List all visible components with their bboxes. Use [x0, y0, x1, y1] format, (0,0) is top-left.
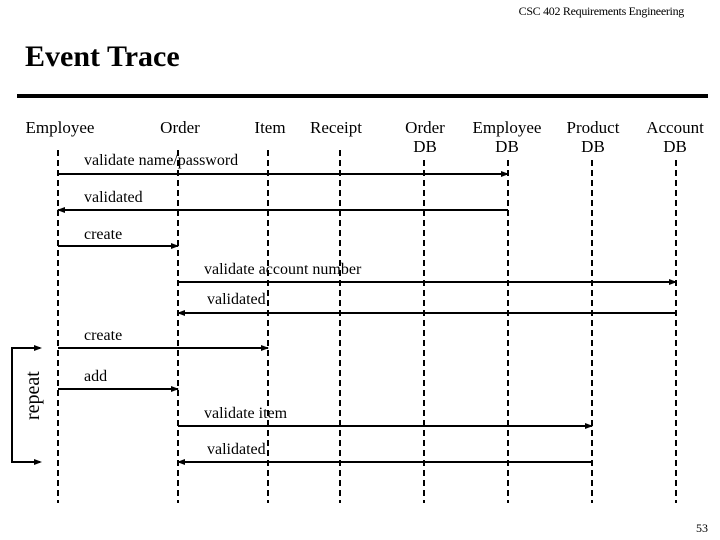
- repeat-arrowhead: [34, 459, 42, 465]
- sequence-diagram: [11, 150, 677, 503]
- repeat-arrowhead: [34, 345, 42, 351]
- lifelines: [57, 150, 677, 503]
- page-number: 53: [696, 521, 708, 535]
- repeat-label: repeat: [22, 371, 44, 420]
- message-arrows: [57, 171, 677, 465]
